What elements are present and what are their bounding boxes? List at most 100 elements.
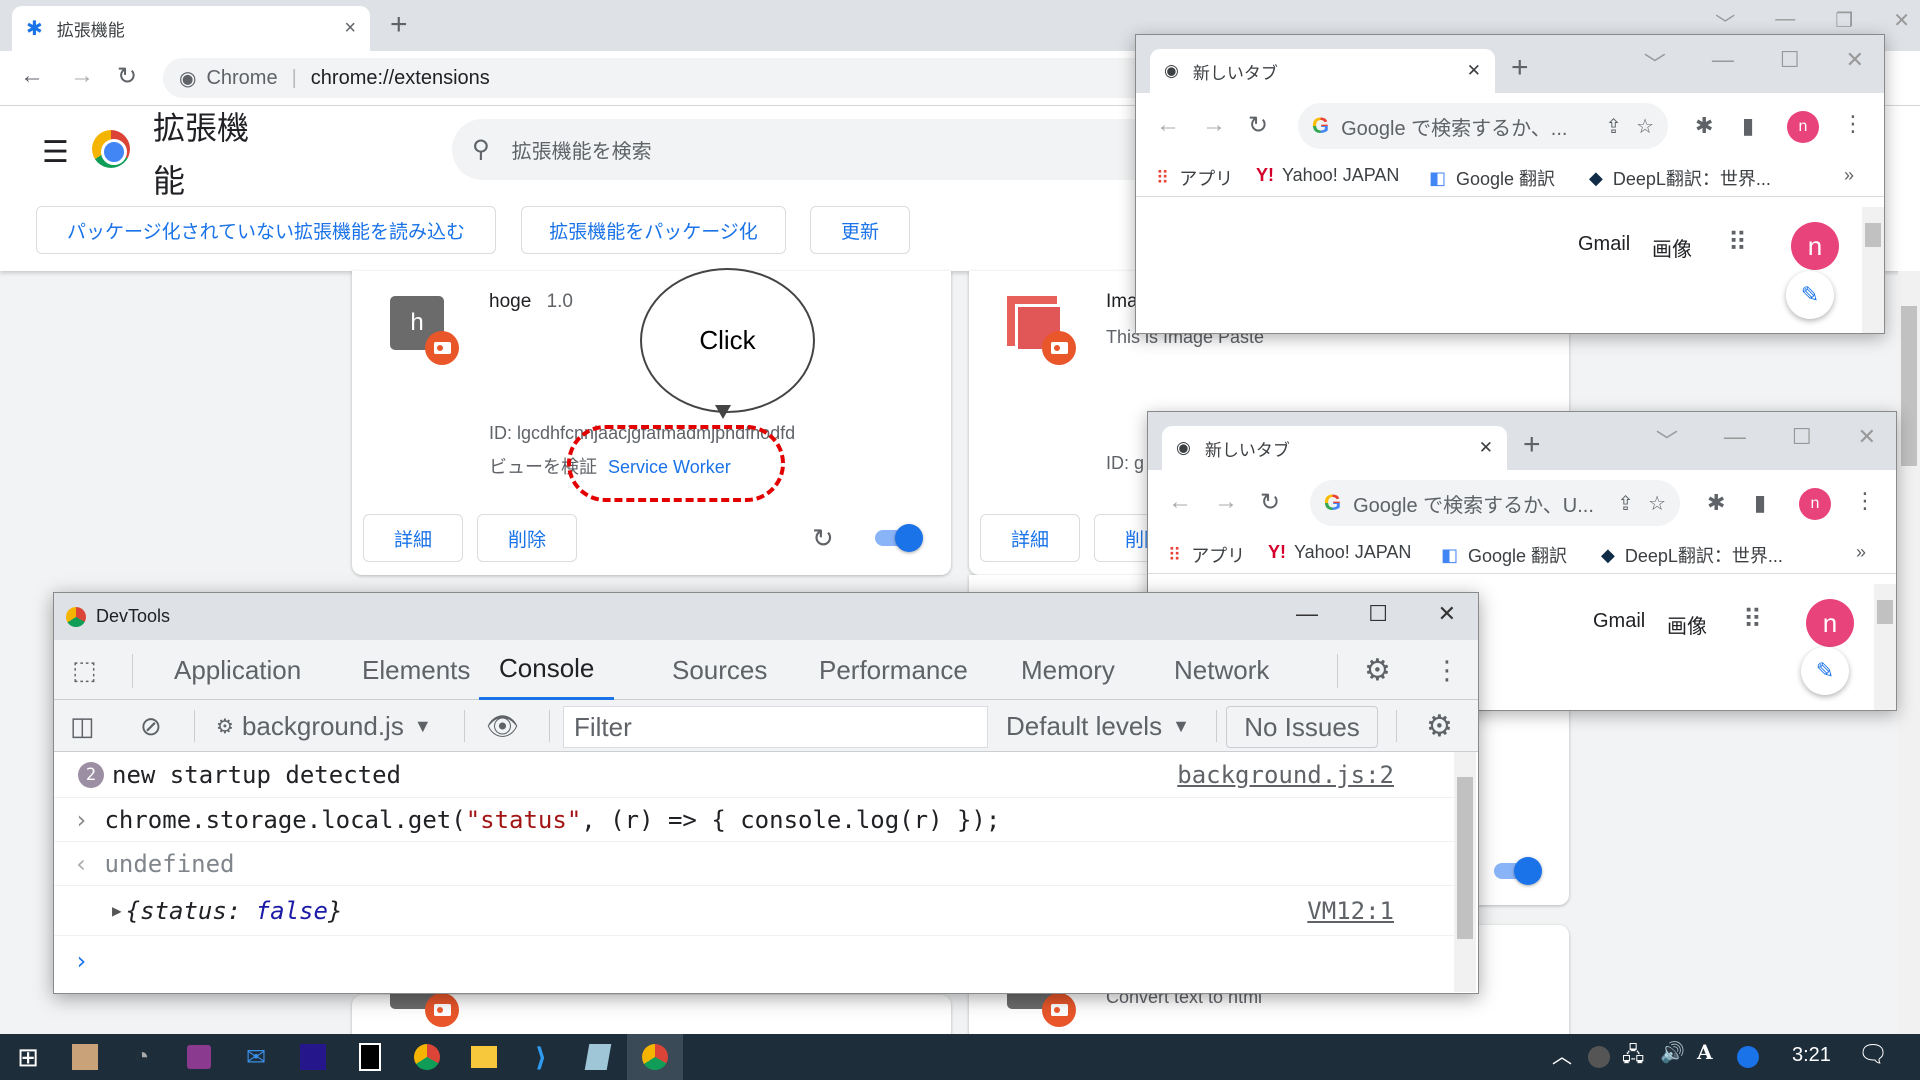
bookmark-overflow[interactable]: »: [1844, 165, 1854, 186]
tray-overflow-icon[interactable]: ︿: [1552, 1040, 1572, 1069]
google-apps-icon[interactable]: ⠿: [1743, 604, 1762, 635]
gmail-link[interactable]: Gmail: [1593, 610, 1645, 633]
tab-new-tab[interactable]: ◉ 新しいタブ ✕: [1162, 426, 1507, 470]
taskbar-chrome-dev[interactable]: [627, 1034, 683, 1080]
console-prompt[interactable]: ›: [54, 936, 1454, 986]
profile-avatar[interactable]: n: [1799, 488, 1831, 520]
taskbar-amazon-music[interactable]: [285, 1034, 341, 1080]
maximize-icon[interactable]: ☐: [1780, 47, 1800, 79]
enable-toggle[interactable]: [1494, 857, 1542, 885]
network-icon[interactable]: 🖧: [1622, 1040, 1644, 1074]
address-bar[interactable]: G Google で検索するか、... ⇪ ☆: [1298, 103, 1668, 149]
bookmark-star-icon[interactable]: ☆: [1636, 114, 1654, 139]
forward-icon[interactable]: →: [1202, 111, 1226, 139]
clock[interactable]: 3:21: [1792, 1044, 1831, 1067]
tab-extensions[interactable]: ✱ 拡張機能 ×: [12, 6, 370, 51]
tab-application[interactable]: Application: [174, 640, 301, 700]
bookmark-deepl[interactable]: ◆ DeepL翻訳：世界...: [1589, 165, 1771, 191]
action-center-icon[interactable]: 🗨: [1858, 1040, 1888, 1069]
taskbar-app-10[interactable]: [570, 1034, 626, 1080]
show-sidebar-icon[interactable]: ◫: [70, 700, 95, 752]
minimize-icon[interactable]: —: [1296, 601, 1318, 627]
taskbar-vscode[interactable]: ⟩: [513, 1034, 569, 1080]
pack-extension-button[interactable]: 拡張機能をパッケージ化: [521, 206, 786, 254]
ime-indicator[interactable]: A: [1697, 1040, 1713, 1064]
bookmark-overflow[interactable]: »: [1856, 542, 1866, 563]
console-settings-gear-icon[interactable]: ⚙: [1426, 700, 1453, 752]
source-link[interactable]: VM12:1: [1307, 897, 1394, 925]
tab-search-icon[interactable]: ﹀: [1715, 8, 1735, 37]
settings-gear-icon[interactable]: ⚙: [1364, 640, 1391, 700]
profile-avatar[interactable]: n: [1787, 111, 1819, 143]
images-link[interactable]: 画像: [1667, 610, 1707, 639]
taskbar-app-2[interactable]: ◔: [114, 1034, 170, 1080]
issues-button[interactable]: No Issues: [1226, 706, 1378, 748]
extensions-puzzle-icon[interactable]: ✱: [1695, 113, 1713, 139]
taskbar-app-4[interactable]: ✉: [228, 1034, 284, 1080]
popup-scrollbar[interactable]: [1862, 207, 1884, 333]
console-scrollbar[interactable]: [1454, 752, 1476, 992]
expand-triangle-icon[interactable]: ▶: [112, 901, 122, 920]
bookmark-apps[interactable]: ⠿ アプリ: [1156, 165, 1233, 191]
more-options-icon[interactable]: ⋮: [1434, 640, 1460, 700]
volume-icon[interactable]: 🔊: [1660, 1040, 1685, 1065]
google-apps-icon[interactable]: ⠿: [1728, 227, 1747, 258]
maximize-icon[interactable]: ☐: [1368, 601, 1388, 627]
bookmark-deepl[interactable]: ◆ DeepL翻訳：世界...: [1601, 542, 1783, 568]
tab-search-icon[interactable]: ﹀: [1656, 424, 1678, 456]
bookmark-yahoo[interactable]: Y! Yahoo! JAPAN: [1268, 542, 1411, 563]
edit-pencil-icon[interactable]: ✎: [1801, 647, 1849, 695]
tab-network[interactable]: Network: [1174, 640, 1269, 700]
tab-sources[interactable]: Sources: [672, 640, 767, 700]
back-icon[interactable]: ←: [20, 62, 44, 90]
close-window-icon[interactable]: ✕: [1846, 47, 1864, 79]
tab-console[interactable]: Console: [479, 640, 615, 700]
gmail-link[interactable]: Gmail: [1578, 233, 1630, 256]
tray-blue-app-icon[interactable]: [1737, 1046, 1759, 1068]
new-tab-button[interactable]: +: [1511, 51, 1529, 85]
maximize-icon[interactable]: ☐: [1792, 424, 1812, 456]
menu-kebab-icon[interactable]: ⋮: [1854, 488, 1876, 514]
bookmark-google-translate[interactable]: ◧ Google 翻訳: [1429, 165, 1555, 191]
tab-memory[interactable]: Memory: [1021, 640, 1115, 700]
inspect-element-icon[interactable]: ⬚: [72, 640, 97, 700]
minimize-icon[interactable]: —: [1712, 47, 1734, 79]
tab-close-icon[interactable]: ×: [344, 17, 356, 40]
update-button[interactable]: 更新: [810, 206, 910, 254]
tray-app-icon[interactable]: [1588, 1046, 1610, 1068]
taskbar-explorer[interactable]: [456, 1034, 512, 1080]
forward-icon[interactable]: →: [70, 62, 94, 90]
minimize-icon[interactable]: —: [1775, 8, 1795, 37]
close-window-icon[interactable]: ✕: [1893, 8, 1910, 37]
back-icon[interactable]: ←: [1168, 488, 1192, 516]
share-icon[interactable]: ⇪: [1605, 114, 1622, 139]
bookmark-star-icon[interactable]: ☆: [1648, 491, 1666, 516]
clear-console-icon[interactable]: ⊘: [140, 700, 162, 752]
images-link[interactable]: 画像: [1652, 233, 1692, 262]
console-object[interactable]: ▶ {status: false} VM12:1: [54, 886, 1454, 936]
close-window-icon[interactable]: ✕: [1438, 601, 1456, 627]
taskbar-app-3[interactable]: [171, 1034, 227, 1080]
tab-new-tab[interactable]: ◉ 新しいタブ ✕: [1150, 49, 1495, 93]
hamburger-menu-icon[interactable]: ☰: [42, 135, 69, 170]
taskbar-chrome[interactable]: [399, 1034, 455, 1080]
bookmark-yahoo[interactable]: Y! Yahoo! JAPAN: [1256, 165, 1399, 186]
tab-close-icon[interactable]: ✕: [1479, 438, 1493, 458]
reload-icon[interactable]: ↻: [1260, 488, 1280, 517]
bookmark-apps[interactable]: ⠿ アプリ: [1168, 542, 1245, 568]
remove-button[interactable]: 削除: [477, 514, 577, 562]
address-bar[interactable]: G Google で検索するか、U... ⇪ ☆: [1310, 480, 1680, 526]
back-icon[interactable]: ←: [1156, 111, 1180, 139]
page-scrollbar[interactable]: [1898, 271, 1920, 1034]
taskbar-app-1[interactable]: [57, 1034, 113, 1080]
reload-extension-icon[interactable]: ↻: [812, 523, 834, 554]
reload-icon[interactable]: ↻: [1248, 111, 1268, 140]
popup-scrollbar[interactable]: [1874, 584, 1896, 710]
side-panel-icon[interactable]: ▮: [1742, 113, 1754, 139]
context-selector[interactable]: ⚙ background.js ▼: [216, 700, 432, 752]
new-tab-button[interactable]: +: [390, 10, 408, 40]
profile-avatar-large[interactable]: n: [1806, 599, 1854, 647]
filter-input[interactable]: Filter: [563, 706, 988, 748]
tab-performance[interactable]: Performance: [819, 640, 968, 700]
reload-icon[interactable]: ↻: [117, 62, 137, 91]
